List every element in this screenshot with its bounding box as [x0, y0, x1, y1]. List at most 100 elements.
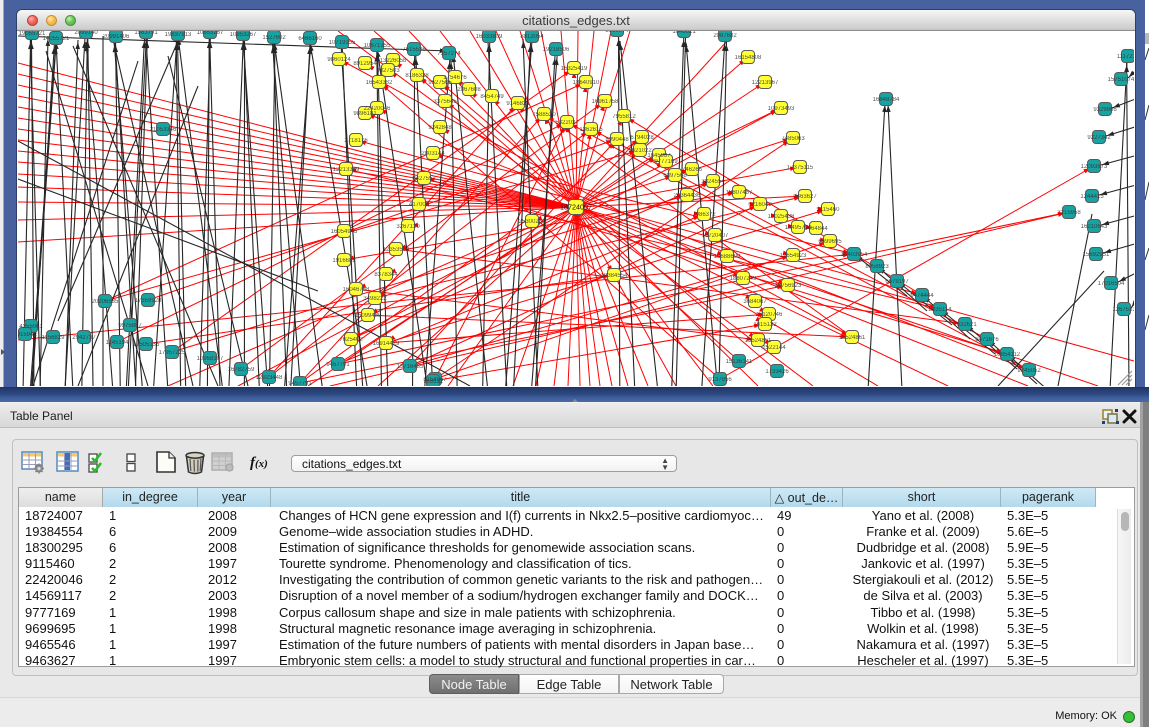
svg-text:9137856: 9137856 [708, 377, 732, 383]
svg-text:13524861: 13524861 [745, 338, 772, 344]
svg-text:20364436: 20364436 [674, 193, 701, 199]
svg-text:9827503: 9827503 [376, 68, 400, 74]
svg-text:9242848: 9242848 [428, 125, 452, 131]
svg-text:12093873: 12093873 [1081, 164, 1108, 170]
svg-text:3267130: 3267130 [396, 224, 420, 230]
svg-text:9975887: 9975887 [118, 323, 142, 329]
svg-text:3498222: 3498222 [363, 296, 387, 302]
svg-text:19837913: 19837913 [165, 32, 192, 38]
svg-text:6794028: 6794028 [630, 135, 654, 141]
svg-text:14055721: 14055721 [43, 36, 70, 42]
svg-text:12213369: 12213369 [333, 167, 360, 173]
svg-text:1117234: 1117234 [1117, 54, 1134, 60]
svg-text:1145194: 1145194 [106, 340, 130, 346]
svg-text:765512: 765512 [423, 379, 444, 385]
svg-text:5322037: 5322037 [555, 120, 579, 126]
svg-text:3375645: 3375645 [433, 99, 457, 105]
svg-text:15692951: 15692951 [1083, 252, 1110, 258]
svg-text:1983791: 1983791 [134, 31, 158, 36]
svg-text:3824554: 3824554 [701, 179, 725, 185]
svg-text:3915941: 3915941 [18, 332, 37, 338]
svg-text:9463627: 9463627 [793, 194, 817, 200]
svg-text:6679197: 6679197 [885, 279, 909, 285]
svg-text:6699695: 6699695 [818, 239, 842, 245]
svg-text:16046768: 16046768 [343, 287, 370, 293]
svg-text:9474444: 9474444 [910, 293, 934, 299]
svg-text:7588520: 7588520 [532, 112, 556, 118]
svg-text:8186328: 8186328 [405, 73, 429, 79]
svg-text:15099489: 15099489 [355, 313, 382, 319]
svg-text:13524861: 13524861 [839, 335, 866, 341]
svg-text:21053346: 21053346 [150, 127, 177, 133]
svg-text:6466160: 6466160 [298, 36, 322, 42]
svg-text:2803144: 2803144 [421, 151, 445, 157]
svg-text:7632621: 7632621 [953, 322, 977, 328]
svg-text:3684067: 3684067 [743, 299, 767, 305]
svg-text:10671355: 10671355 [364, 43, 391, 49]
svg-text:3215958: 3215958 [1057, 210, 1081, 216]
svg-text:16033809: 16033809 [476, 34, 503, 40]
svg-text:9329966: 9329966 [1093, 107, 1117, 113]
svg-text:12213967: 12213967 [752, 80, 779, 86]
svg-text:8990448: 8990448 [605, 137, 629, 143]
svg-text:9777169: 9777169 [654, 159, 678, 165]
svg-text:7625402: 7625402 [339, 337, 363, 343]
svg-text:2099140: 2099140 [74, 31, 98, 36]
svg-text:10853267: 10853267 [197, 31, 224, 36]
svg-text:16325419: 16325419 [561, 66, 588, 72]
svg-text:2087682: 2087682 [713, 33, 737, 39]
svg-text:16120746: 16120746 [756, 312, 783, 318]
svg-text:16961758: 16961758 [592, 99, 619, 105]
svg-text:8912954: 8912954 [353, 61, 377, 67]
svg-text:10958107: 10958107 [197, 356, 224, 362]
svg-text:10807487: 10807487 [726, 190, 753, 196]
svg-text:16403954: 16403954 [841, 252, 868, 258]
svg-text:16054945: 16054945 [331, 229, 358, 235]
svg-text:9146821: 9146821 [506, 101, 530, 107]
svg-text:1362615: 1362615 [579, 127, 603, 133]
svg-text:15136141: 15136141 [726, 359, 753, 365]
svg-text:17016504: 17016504 [1098, 281, 1125, 287]
svg-text:2935114: 2935114 [929, 307, 953, 313]
svg-text:2718176: 2718176 [344, 138, 368, 144]
svg-text:17957225: 17957225 [159, 350, 186, 356]
svg-text:16782759: 16782759 [228, 367, 255, 373]
svg-text:8958923: 8958923 [865, 264, 889, 270]
svg-text:8427552: 8427552 [412, 176, 436, 182]
svg-text:6897568: 6897568 [663, 173, 687, 179]
svg-text:417006: 417006 [409, 202, 430, 208]
svg-text:1754676: 1754676 [443, 75, 467, 81]
svg-text:8378344: 8378344 [374, 272, 398, 278]
svg-text:16914429: 16914429 [373, 341, 400, 347]
svg-text:7955812: 7955812 [612, 114, 636, 120]
svg-text:2867608: 2867608 [457, 87, 481, 93]
svg-text:10853267: 10853267 [230, 32, 257, 38]
svg-text:12353504: 12353504 [383, 247, 410, 253]
svg-text:15720407: 15720407 [702, 233, 729, 239]
svg-text:18807249: 18807249 [730, 276, 757, 282]
svg-text:17375115: 17375115 [787, 165, 814, 171]
svg-text:17359928: 17359928 [135, 298, 162, 304]
svg-text:9457791: 9457791 [288, 381, 312, 386]
svg-text:1156829: 1156829 [42, 335, 66, 341]
svg-text:1267533: 1267533 [1112, 307, 1134, 313]
svg-text:10719155: 10719155 [329, 40, 356, 46]
svg-text:12505135: 12505135 [133, 342, 160, 348]
svg-text:10688609: 10688609 [714, 254, 741, 260]
svg-text:4355061: 4355061 [19, 324, 43, 330]
svg-text:8813054: 8813054 [520, 34, 544, 40]
svg-text:1527602: 1527602 [262, 35, 286, 41]
svg-text:25300253: 25300253 [519, 219, 546, 225]
svg-text:19756923: 19756923 [775, 283, 802, 289]
svg-text:20991406: 20991406 [103, 34, 130, 40]
svg-text:12923448: 12923448 [256, 375, 283, 381]
svg-text:16543382: 16543382 [366, 80, 393, 86]
svg-text:9464844: 9464844 [804, 226, 828, 232]
svg-text:15751074: 15751074 [1108, 77, 1134, 83]
svg-text:13716485: 13716485 [397, 364, 424, 370]
svg-text:9227342: 9227342 [1087, 135, 1111, 141]
svg-text:7485063: 7485063 [781, 136, 805, 142]
svg-text:9860124: 9860124 [327, 57, 351, 63]
svg-text:10973493: 10973493 [768, 106, 795, 112]
svg-text:20206535: 20206535 [92, 299, 119, 305]
